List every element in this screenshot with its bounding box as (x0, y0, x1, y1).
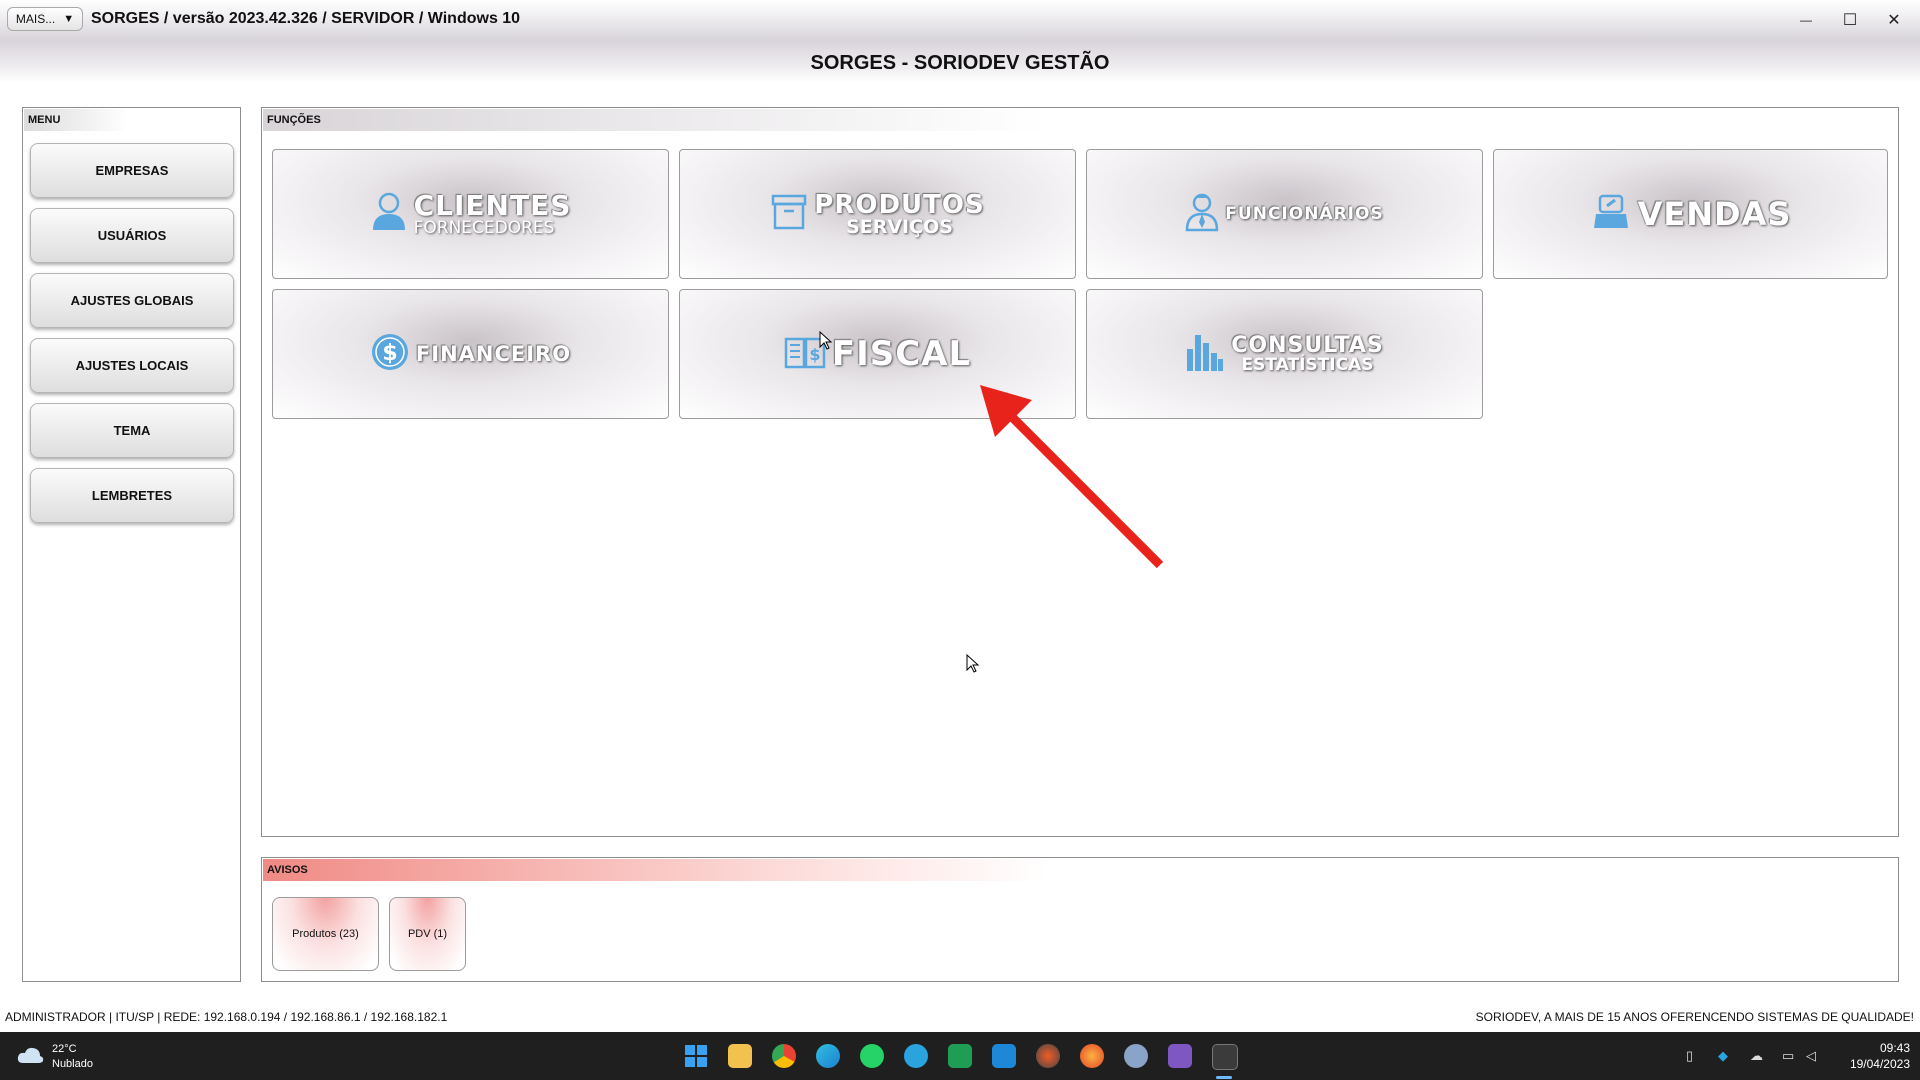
chevron-down-icon: ▼ (63, 13, 75, 25)
tile-clientes-title: CLIENTES (413, 188, 572, 222)
page-title: SORGES - SORIODEV GESTÃO (810, 52, 1110, 74)
title-bar: MAIS... ▼ SORGES / versão 2023.42.326 / … (0, 0, 1920, 40)
tile-produtos[interactable]: PRODUTOS SERVIÇOS (679, 149, 1076, 279)
tile-fiscal-title: FISCAL (831, 334, 972, 374)
clock[interactable]: 09:43 19/04/2023 (1834, 1040, 1910, 1072)
firefox-icon[interactable] (1080, 1044, 1104, 1068)
windows-start-icon[interactable] (684, 1044, 708, 1068)
close-icon: ✕ (1887, 12, 1901, 29)
tile-consultas-subtitle: ESTATÍSTICAS (1241, 354, 1374, 375)
menu-heading: MENU (24, 109, 128, 131)
file-explorer-icon[interactable] (728, 1044, 752, 1068)
tile-financeiro-title: FINANCEIRO (415, 342, 572, 366)
usb-icon[interactable]: ▯ (1686, 1048, 1702, 1064)
maximize-button[interactable]: ☐ (1830, 8, 1870, 32)
employee-icon (1185, 192, 1219, 237)
clock-time: 09:43 (1879, 1041, 1910, 1055)
menu-item-ajustes-globais[interactable]: AJUSTES GLOBAIS (30, 273, 234, 328)
menu-item-ajustes-locais[interactable]: AJUSTES LOCAIS (30, 338, 234, 393)
dollar-coin-icon: $ (370, 332, 410, 377)
person-icon (370, 192, 408, 237)
weather-desc: Nublado (52, 1058, 93, 1070)
annotation-arrow-icon (980, 385, 1164, 569)
tile-financeiro[interactable]: $ FINANCEIRO (272, 289, 669, 419)
aviso-produtos-button[interactable]: Produtos (23) (272, 897, 379, 971)
maximize-icon: ☐ (1842, 12, 1858, 29)
status-left: ADMINISTRADOR | ITU/SP | REDE: 192.168.0… (5, 1010, 448, 1024)
weather-widget[interactable]: 22°C Nublado (16, 1042, 93, 1072)
weather-temp: 22°C (52, 1043, 77, 1055)
minimize-icon: — (1800, 13, 1812, 27)
aviso-pdv-button[interactable]: PDV (1) (389, 897, 466, 971)
tile-funcionarios-title: FUNCIONÁRIOS (1225, 204, 1384, 224)
window-title: SORGES / versão 2023.42.326 / SERVIDOR /… (91, 10, 521, 27)
tile-vendas[interactable]: VENDAS (1493, 149, 1888, 279)
cash-register-icon (1590, 192, 1632, 237)
app-red-icon[interactable] (1036, 1044, 1060, 1068)
funcoes-heading: FUNÇÕES (263, 109, 1047, 131)
box-icon (770, 192, 808, 237)
clock-date: 19/04/2023 (1849, 1057, 1910, 1071)
menu-item-usuarios[interactable]: USUÁRIOS (30, 208, 234, 263)
minimize-button[interactable]: — (1786, 8, 1826, 32)
tile-clientes-subtitle: FORNECEDORES (413, 217, 555, 238)
tile-consultas-title: CONSULTAS (1231, 332, 1384, 358)
mais-dropdown-button[interactable]: MAIS... ▼ (7, 7, 83, 31)
bar-chart-icon (1185, 331, 1225, 378)
avisos-heading: AVISOS (263, 859, 1047, 881)
chrome-icon[interactable] (772, 1044, 796, 1068)
tile-clientes[interactable]: CLIENTES FORNECEDORES (272, 149, 669, 279)
mais-label: MAIS... (15, 12, 56, 26)
whatsapp-icon[interactable] (860, 1044, 884, 1068)
shield-icon[interactable]: ◆ (1718, 1048, 1734, 1064)
status-right: SORIODEV, A MAIS DE 15 ANOS OFERENCENDO … (1475, 1010, 1914, 1024)
menu-item-empresas[interactable]: EMPRESAS (30, 143, 234, 198)
tile-produtos-subtitle: SERVIÇOS (846, 215, 953, 238)
mouse-cursor-icon (819, 331, 833, 350)
video-editor-icon[interactable] (1168, 1044, 1192, 1068)
sorges-app-icon[interactable] (1212, 1044, 1238, 1070)
taskbar: 22°C Nublado ▯ ◆ ☁ ▭ ◁ 09:43 19/04/2023 (0, 1032, 1920, 1080)
volume-icon[interactable]: ◁ (1806, 1048, 1822, 1064)
telegram-icon[interactable] (904, 1044, 928, 1068)
close-button[interactable]: ✕ (1874, 8, 1914, 32)
tile-produtos-title: PRODUTOS (814, 189, 985, 220)
active-app-indicator (1216, 1076, 1232, 1079)
network-icon[interactable]: ▭ (1782, 1048, 1798, 1064)
onedrive-icon[interactable]: ☁ (1750, 1048, 1766, 1064)
spreadsheet-icon[interactable] (948, 1044, 972, 1068)
edge-icon[interactable] (816, 1044, 840, 1068)
settings-gear-icon[interactable] (1124, 1044, 1148, 1068)
menu-item-lembretes[interactable]: LEMBRETES (30, 468, 234, 523)
remote-desktop-icon[interactable] (992, 1044, 1016, 1068)
tile-vendas-title: VENDAS (1637, 195, 1792, 233)
cloud-icon (16, 1045, 44, 1070)
menu-item-tema[interactable]: TEMA (30, 403, 234, 458)
svg-text:$: $ (382, 341, 397, 366)
tile-funcionarios[interactable]: FUNCIONÁRIOS (1086, 149, 1483, 279)
menu-panel: MENU EMPRESAS USUÁRIOS AJUSTES GLOBAIS A… (22, 107, 241, 982)
mouse-cursor-icon (966, 654, 980, 673)
avisos-panel: AVISOS Produtos (23) PDV (1) (261, 857, 1899, 982)
